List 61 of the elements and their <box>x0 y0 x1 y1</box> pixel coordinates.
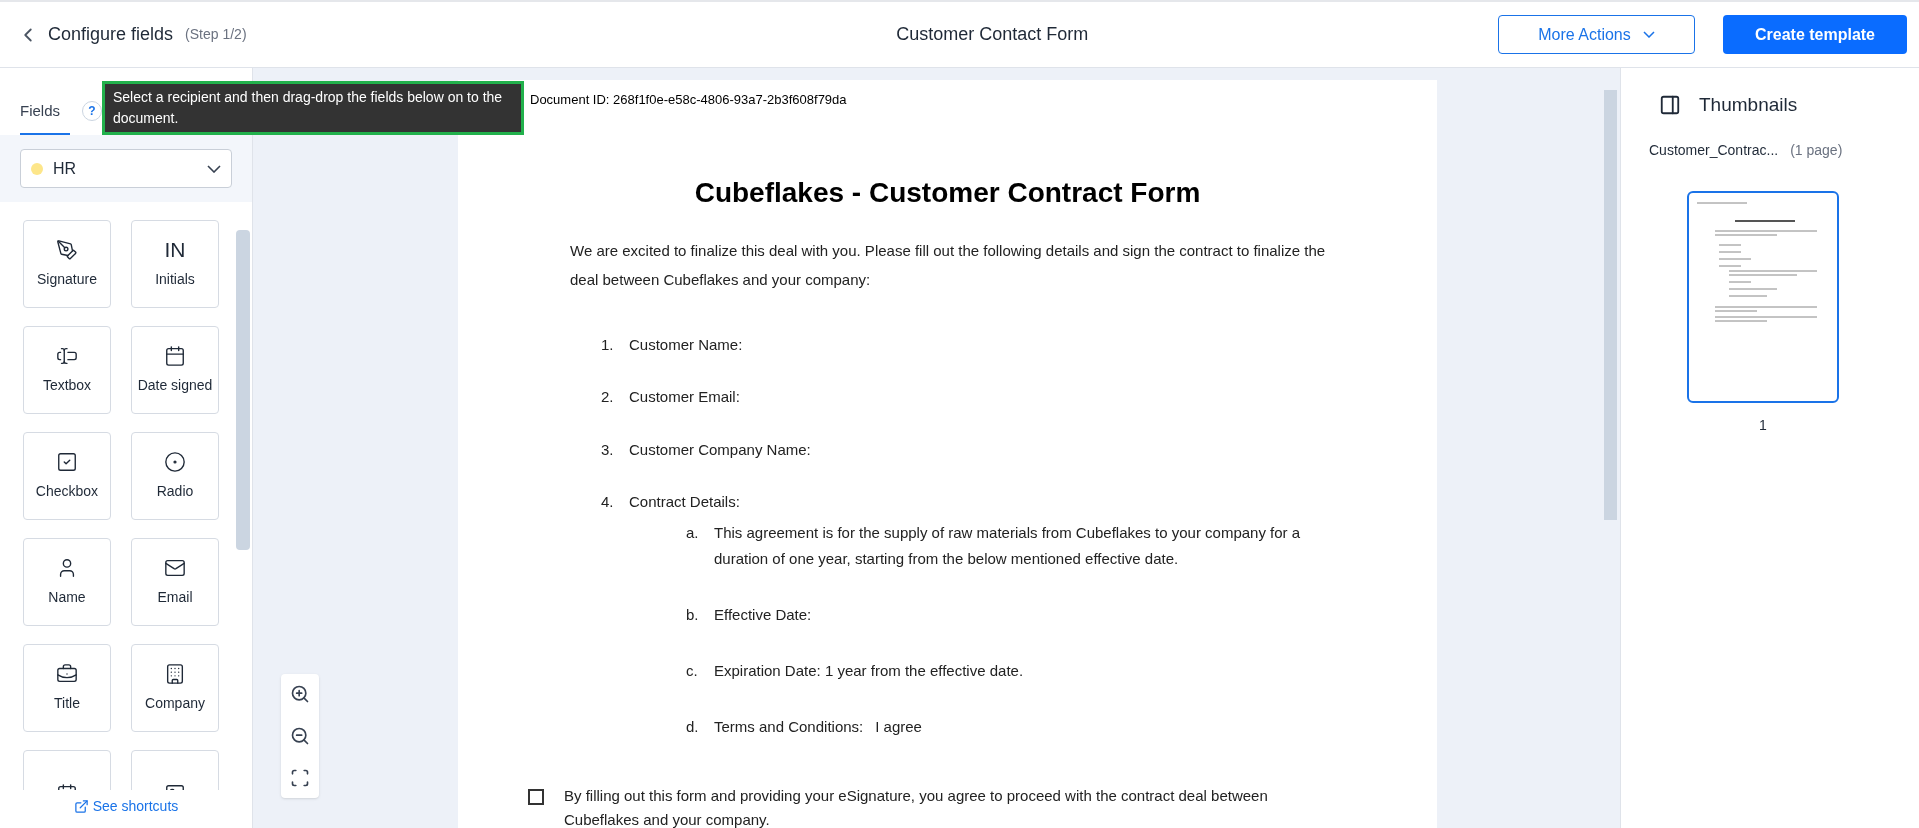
page-count: (1 page) <box>1790 140 1843 160</box>
list-marker: 3. <box>601 439 615 460</box>
scrollbar-track[interactable] <box>236 230 250 550</box>
field-tile[interactable]: Signature <box>23 220 111 308</box>
list-marker: 4. <box>601 492 615 512</box>
fit-screen-icon[interactable] <box>290 768 310 788</box>
field-tile[interactable]: Radio <box>131 432 219 520</box>
scrollbar-track[interactable] <box>1603 90 1617 520</box>
zoom-in-icon[interactable] <box>290 684 310 704</box>
pen-icon <box>56 238 78 261</box>
list-item-text: Contract Details: <box>629 492 740 512</box>
list-item-text: Terms and Conditions: <box>714 716 864 737</box>
building-icon <box>164 662 186 685</box>
field-value: I agree <box>875 716 922 737</box>
document-id: Document ID: 268f1f0e-e58c-4806-93a7-2b3f608f79da <box>530 91 848 109</box>
list-marker: 1. <box>601 334 615 355</box>
recipient-select[interactable]: HR <box>20 149 232 188</box>
external-link-icon <box>73 798 89 814</box>
field-tile[interactable]: Textbox <box>23 326 111 414</box>
document-title: Customer Contact Form <box>896 23 1089 46</box>
help-tooltip: Select a recipient and then drag-drop the fields below on to the document. <box>102 81 524 135</box>
more-actions-button[interactable]: More Actions <box>1498 15 1695 54</box>
field-tile[interactable]: Checkbox <box>23 432 111 520</box>
list-marker: d. <box>686 716 700 737</box>
create-template-button[interactable]: Create template <box>1723 15 1907 54</box>
field-tile[interactable]: Email <box>131 538 219 626</box>
initials-icon: IN <box>164 238 186 261</box>
caret-icon <box>207 164 221 173</box>
field-tile[interactable]: Date signed <box>131 326 219 414</box>
consent-checkbox[interactable] <box>528 788 544 805</box>
list-marker: b. <box>686 604 700 625</box>
intro-paragraph: We are excited to finalize this deal with you. Please fill out the following details and sign the contract to finalize the deal between Cubeflakes and your company: <box>570 240 1327 290</box>
caret-icon <box>1642 31 1655 38</box>
list-item-text: Customer Email: <box>629 387 740 407</box>
list-item-text: Customer Company Name: <box>629 439 811 460</box>
list-marker: 2. <box>601 387 615 407</box>
consent-text: By filling out this form and providing your eSignature, you agree to proceed with the contract deal between Cubeflakes and your company. <box>564 785 1269 828</box>
briefcase-icon <box>56 662 78 685</box>
list-item-text: Expiration Date: 1 year from the effective date. <box>714 660 1024 681</box>
list-item-text: Customer Name: <box>629 334 743 355</box>
page-title: Configure fields <box>48 23 174 46</box>
zoom-out-icon[interactable] <box>290 726 310 746</box>
checkbox-icon <box>56 450 78 473</box>
list-marker: a. <box>686 522 700 543</box>
page-number: 1 <box>1759 415 1767 435</box>
field-tile[interactable]: IN Initials <box>131 220 219 308</box>
list-item-text: This agreement is for the supply of raw materials from Cubeflakes to your company for a duration of one year, starting from the below mentioned effective date. <box>714 522 1302 569</box>
list-marker: c. <box>686 660 699 681</box>
page-thumbnail[interactable] <box>1687 190 1839 403</box>
shortcuts-link[interactable]: See shortcuts <box>73 795 179 817</box>
field-tile[interactable]: Name <box>23 538 111 626</box>
calendar-icon <box>164 344 186 367</box>
panel-toggle-icon[interactable] <box>1659 94 1681 117</box>
panel-title: Thumbnails <box>1699 93 1798 117</box>
list-item-text: Effective Date: <box>714 604 812 625</box>
field-tile[interactable]: Title <box>23 644 111 732</box>
document-heading: Cubeflakes - Customer Contract Form <box>693 175 1202 210</box>
step-label: (Step 1/2) <box>185 25 247 44</box>
file-name: Customer_Contrac... <box>1649 140 1779 160</box>
radio-icon <box>164 450 186 473</box>
field-tile[interactable]: Company <box>131 644 219 732</box>
